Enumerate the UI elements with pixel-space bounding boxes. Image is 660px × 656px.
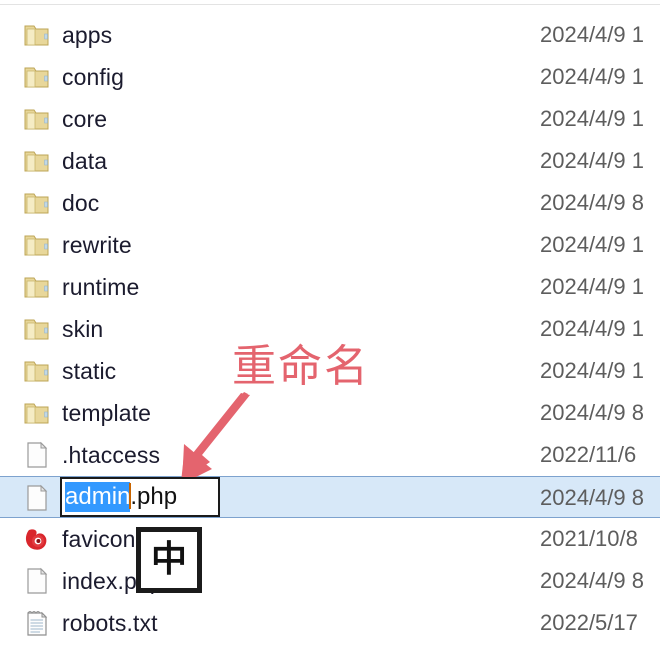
file-date: 2024/4/9 8 xyxy=(540,190,644,215)
file-row[interactable]: data 2024/4/9 1 xyxy=(0,140,660,182)
file-row[interactable] xyxy=(0,644,660,656)
folder-icon xyxy=(22,62,52,92)
file-row[interactable]: config 2024/4/9 1 xyxy=(0,56,660,98)
folder-icon xyxy=(22,314,52,344)
file-date: 2024/4/9 8 xyxy=(540,485,644,510)
file-name: config xyxy=(62,64,124,90)
folder-icon xyxy=(22,104,52,134)
file-name: rewrite xyxy=(62,232,132,258)
file-date: 2024/4/9 1 xyxy=(540,64,644,89)
file-name: skin xyxy=(62,316,104,342)
file-name: doc xyxy=(62,190,100,216)
ime-mode-glyph: 中 xyxy=(150,539,187,580)
file-date: 2022/11/6 xyxy=(540,442,637,467)
file-name: robots.txt xyxy=(62,610,158,636)
rename-selected-text: admin xyxy=(65,482,131,512)
file-explorer-list-pane: apps 2024/4/9 1 config 2024/4/9 1 core 2024/4… xyxy=(0,0,660,656)
file-name: static xyxy=(62,358,117,384)
rename-input-text: admin.php xyxy=(65,479,177,515)
file-date: 2024/4/9 1 xyxy=(540,106,644,131)
rename-extension-text: .php xyxy=(130,483,178,510)
file-name: .htaccess xyxy=(62,442,161,468)
file-generic-icon xyxy=(22,650,52,656)
file-name: apps xyxy=(62,22,113,48)
folder-icon xyxy=(22,20,52,50)
file-row[interactable]: rewrite 2024/4/9 1 xyxy=(0,224,660,266)
file-name: core xyxy=(62,106,108,132)
file-date: 2024/4/9 1 xyxy=(540,274,644,299)
favicon-flame-icon xyxy=(22,524,52,554)
file-name: data xyxy=(62,148,108,174)
annotation-label: 重命名 xyxy=(232,341,370,392)
file-row[interactable]: index.php 2024/4/9 8 xyxy=(0,560,660,602)
file-date: 2024/4/9 1 xyxy=(540,358,644,383)
file-row[interactable]: template 2024/4/9 8 xyxy=(0,392,660,434)
folder-icon xyxy=(22,230,52,260)
file-blank-icon xyxy=(22,566,52,596)
file-blank-icon xyxy=(22,440,52,470)
folder-icon xyxy=(22,146,52,176)
file-row[interactable]: favicon.ico 2021/10/8 xyxy=(0,518,660,560)
file-blank-icon xyxy=(22,483,52,513)
top-divider xyxy=(0,4,660,5)
file-date: 2022/5/17 xyxy=(540,610,638,635)
file-date: 2024/4/9 1 xyxy=(540,232,644,257)
text-file-icon xyxy=(22,608,52,638)
folder-icon xyxy=(22,188,52,218)
file-row[interactable]: doc 2024/4/9 8 xyxy=(0,182,660,224)
file-name: template xyxy=(62,400,152,426)
folder-icon xyxy=(22,356,52,386)
file-date: 2024/4/9 8 xyxy=(540,568,644,593)
folder-icon xyxy=(22,272,52,302)
file-date: 2021/10/8 xyxy=(540,526,638,551)
file-row[interactable]: apps 2024/4/9 1 xyxy=(0,14,660,56)
file-date: 2024/4/9 1 xyxy=(540,316,644,341)
file-row[interactable]: runtime 2024/4/9 1 xyxy=(0,266,660,308)
file-name: runtime xyxy=(62,274,140,300)
file-date: 2024/4/9 8 xyxy=(540,400,644,425)
file-row[interactable]: robots.txt 2022/5/17 xyxy=(0,602,660,644)
file-row[interactable]: .htaccess 2022/11/6 xyxy=(0,434,660,476)
file-row[interactable]: core 2024/4/9 1 xyxy=(0,98,660,140)
ime-chinese-indicator[interactable]: 中 xyxy=(136,527,202,593)
arrow-down-left-icon xyxy=(181,392,250,484)
file-date: 2024/4/9 1 xyxy=(540,22,644,47)
file-date: 2024/4/9 1 xyxy=(540,148,644,173)
folder-icon xyxy=(22,398,52,428)
rename-input[interactable]: admin.php xyxy=(60,477,220,517)
